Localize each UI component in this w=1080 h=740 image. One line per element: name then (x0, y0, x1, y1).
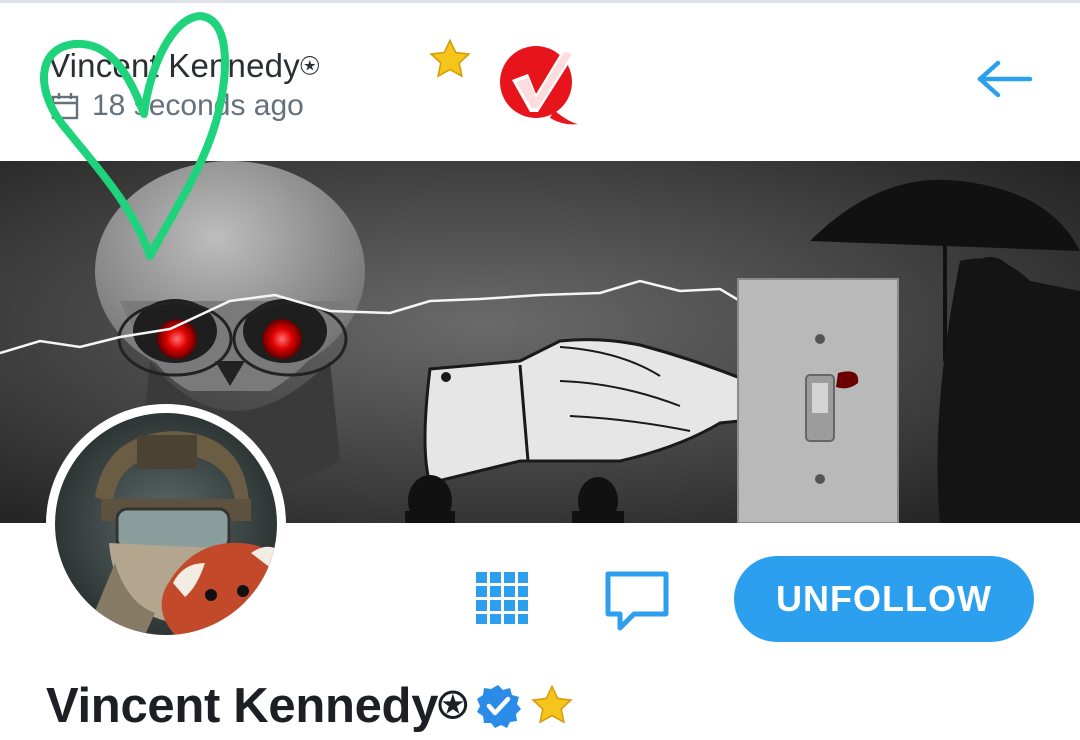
grid-icon[interactable] (476, 572, 528, 624)
header-title[interactable]: Vincent Kennedy⍟ (48, 47, 320, 86)
star-icon (531, 684, 573, 724)
verified-icon (477, 685, 522, 728)
message-icon[interactable] (604, 570, 670, 634)
profile-name: Vincent Kennedy⍟ (46, 678, 468, 733)
red-checkmark-logo (500, 46, 578, 125)
avatar[interactable] (46, 404, 286, 644)
unfollow-button[interactable]: UNFOLLOW (734, 556, 1034, 642)
post-timestamp: 18 seconds ago (92, 89, 304, 122)
profile-name-row: Vincent Kennedy⍟ (46, 674, 575, 738)
post-header: Vincent Kennedy⍟ 18 seconds ago (0, 3, 1080, 161)
calendar-icon (51, 93, 79, 120)
star-icon (429, 38, 471, 78)
arrow-left-icon[interactable] (968, 55, 1040, 103)
header-meta: 18 seconds ago (50, 89, 304, 123)
